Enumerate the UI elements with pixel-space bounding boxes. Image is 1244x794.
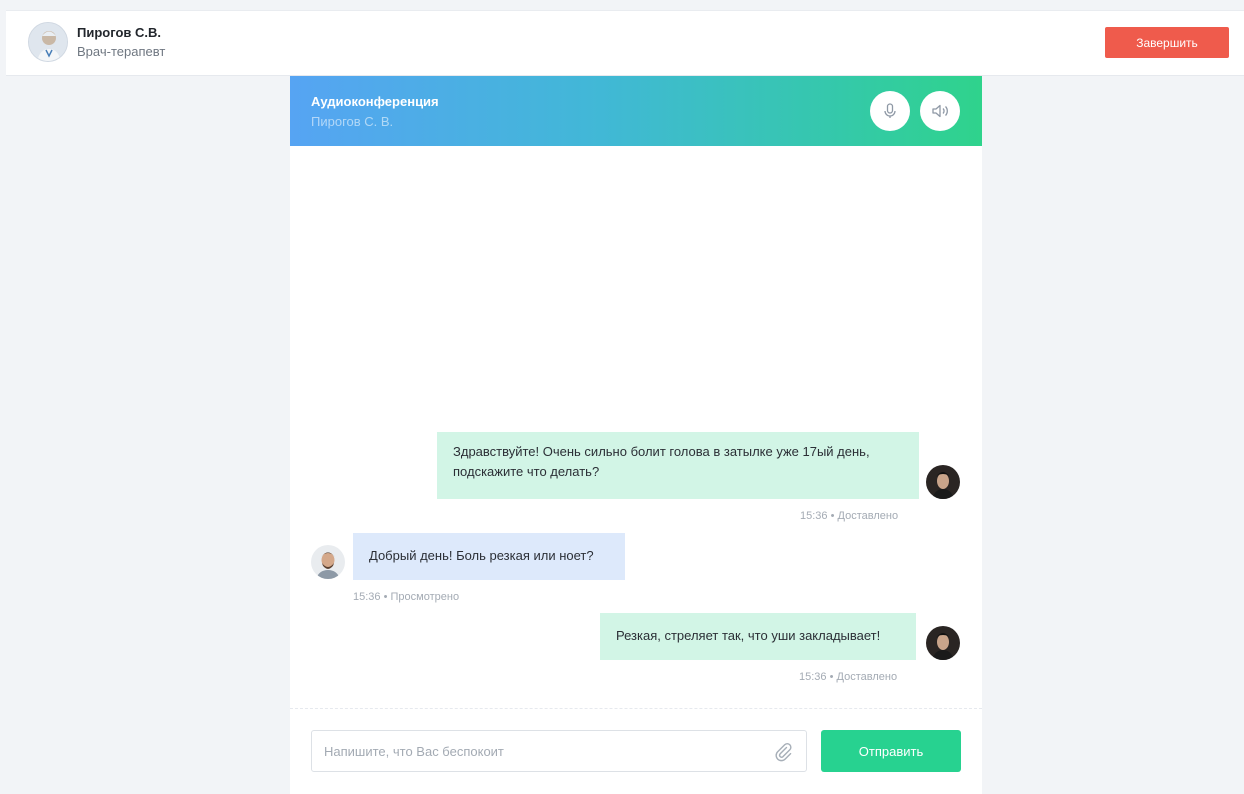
- conference-header: Аудиоконференция Пирогов С. В.: [290, 76, 982, 146]
- patient-avatar: [926, 465, 960, 499]
- message-status: Просмотрено: [390, 591, 460, 603]
- end-call-button[interactable]: Завершить: [1105, 27, 1229, 58]
- message-status: Доставлено: [836, 671, 898, 683]
- message-input-wrapper: [311, 730, 807, 772]
- message-bubble-incoming: Добрый день! Боль резкая или ноет?: [353, 533, 625, 580]
- microphone-icon: [884, 103, 896, 118]
- message-time: 15:36: [800, 510, 828, 522]
- paperclip-icon[interactable]: [772, 741, 794, 763]
- message-bubble-outgoing: Здравствуйте! Очень сильно болит голова …: [437, 432, 919, 499]
- composer-divider: [290, 708, 982, 709]
- message-meta: 15:36 • Просмотрено: [353, 591, 459, 603]
- message-text: Резкая, стреляет так, что уши закладывае…: [616, 628, 881, 643]
- patient-avatar: [926, 626, 960, 660]
- microphone-button[interactable]: [870, 91, 910, 131]
- speaker-icon: [932, 104, 948, 118]
- doctor-avatar[interactable]: [28, 22, 68, 62]
- message-bubble-outgoing: Резкая, стреляет так, что уши закладывае…: [600, 613, 916, 660]
- speaker-button[interactable]: [920, 91, 960, 131]
- message-input[interactable]: [312, 731, 762, 771]
- message-time: 15:36: [799, 671, 827, 683]
- message-time: 15:36: [353, 591, 381, 603]
- chat-panel: Аудиоконференция Пирогов С. В. Здравству…: [290, 76, 982, 794]
- message-status: Доставлено: [837, 510, 899, 522]
- message-text-line: подскажите что делать?: [453, 464, 600, 479]
- message-text: Добрый день! Боль резкая или ноет?: [369, 548, 594, 563]
- meta-separator: •: [830, 510, 838, 522]
- message-meta: 15:36 • Доставлено: [799, 671, 897, 683]
- conference-subtitle: Пирогов С. В.: [311, 114, 394, 129]
- top-bar: Пирогов С.В. Врач-терапевт Завершить: [6, 10, 1244, 76]
- doctor-chat-avatar: [311, 545, 345, 579]
- meta-separator: •: [829, 671, 837, 683]
- doctor-name: Пирогов С.В.: [77, 25, 162, 40]
- conference-title: Аудиоконференция: [311, 94, 439, 109]
- send-button[interactable]: Отправить: [821, 730, 961, 772]
- message-text-line: Здравствуйте! Очень сильно болит голова …: [453, 444, 870, 459]
- message-meta: 15:36 • Доставлено: [800, 510, 898, 522]
- meta-separator: •: [383, 591, 391, 603]
- doctor-role: Врач-терапевт: [77, 44, 166, 59]
